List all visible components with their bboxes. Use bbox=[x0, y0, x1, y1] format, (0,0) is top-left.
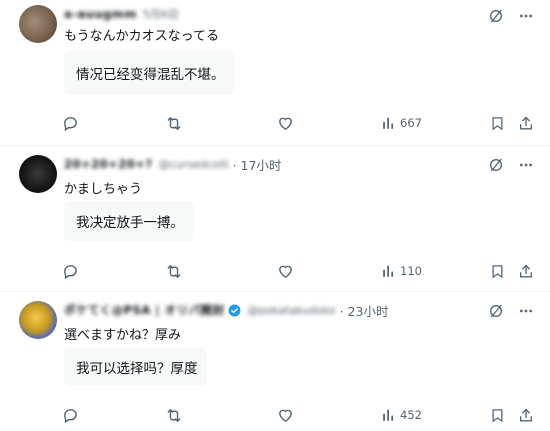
retweet-icon bbox=[167, 264, 181, 278]
action-bar: 452 bbox=[62, 405, 536, 425]
like-button[interactable] bbox=[277, 405, 294, 425]
share-icon bbox=[520, 116, 532, 129]
verified-badge-icon bbox=[229, 304, 241, 316]
heart-icon bbox=[279, 265, 292, 278]
bookmark-icon bbox=[492, 116, 503, 130]
post-header: ポケてく@PSA | オリパ開封 @pokatakudoko · 23小时 bbox=[64, 301, 388, 319]
heart-icon bbox=[279, 117, 292, 130]
post-header: 20+20+20+? @cursedcolli · 17小时 bbox=[64, 155, 281, 173]
grok-icon[interactable] bbox=[488, 157, 504, 173]
grok-icon[interactable] bbox=[488, 303, 504, 319]
share-icon bbox=[520, 408, 532, 421]
retweet-button[interactable] bbox=[165, 261, 183, 281]
views-count: 110 bbox=[400, 264, 422, 278]
retweet-button[interactable] bbox=[165, 113, 183, 133]
reply-button[interactable] bbox=[62, 261, 79, 281]
post-text: もうなんかカオスなってる bbox=[64, 29, 219, 44]
views-button[interactable]: 110 bbox=[382, 261, 422, 281]
heart-icon bbox=[279, 409, 292, 422]
views-button[interactable]: 667 bbox=[382, 113, 422, 133]
retweet-icon bbox=[167, 116, 181, 130]
share-button[interactable] bbox=[518, 113, 534, 133]
grok-icon[interactable] bbox=[488, 8, 504, 24]
avatar[interactable] bbox=[19, 5, 57, 43]
post-header: a-auugmm 5月6日 bbox=[64, 5, 179, 23]
reply-icon bbox=[64, 264, 77, 279]
more-icon[interactable] bbox=[518, 8, 534, 24]
post-text: かましちゃう bbox=[64, 182, 143, 197]
post-text: 選べますかね？厚み bbox=[64, 328, 182, 343]
bookmark-button[interactable] bbox=[490, 113, 505, 133]
views-icon bbox=[383, 117, 394, 129]
author-name-blurred[interactable]: a-auugmm 5月6日 bbox=[64, 6, 179, 22]
retweet-icon bbox=[167, 408, 181, 422]
bookmark-icon bbox=[492, 264, 503, 278]
like-button[interactable] bbox=[277, 113, 294, 133]
views-icon bbox=[383, 409, 394, 421]
author-name-blurred[interactable]: ポケてく@PSA | オリパ開封 bbox=[64, 302, 224, 318]
action-bar: 110 bbox=[62, 261, 536, 281]
author-handle-blurred[interactable]: @pokatakudoko bbox=[241, 303, 335, 317]
post-top-actions bbox=[488, 303, 534, 319]
more-icon[interactable] bbox=[518, 303, 534, 319]
post-top-actions bbox=[488, 157, 534, 173]
post[interactable]: 20+20+20+? @cursedcolli · 17小时 かましちゃう 我决定… bbox=[0, 145, 550, 291]
more-icon[interactable] bbox=[518, 157, 534, 173]
author-name-blurred[interactable]: 20+20+20+? @cursedcolli bbox=[64, 157, 229, 171]
views-button[interactable]: 452 bbox=[382, 405, 422, 425]
views-count: 452 bbox=[400, 408, 422, 422]
retweet-button[interactable] bbox=[165, 405, 183, 425]
reply-icon bbox=[64, 408, 77, 423]
share-button[interactable] bbox=[518, 261, 534, 281]
bookmark-icon bbox=[492, 408, 503, 422]
action-bar: 667 bbox=[62, 113, 536, 133]
translation-box: 我可以选择吗？厚度 bbox=[64, 348, 207, 386]
bookmark-button[interactable] bbox=[490, 261, 505, 281]
translation-box: 我决定放手一搏。 bbox=[64, 201, 194, 241]
reply-button[interactable] bbox=[62, 405, 79, 425]
post[interactable]: ポケてく@PSA | オリパ開封 @pokatakudoko · 23小时 選べ… bbox=[0, 291, 550, 431]
post-timestamp[interactable]: · 17小时 bbox=[233, 155, 282, 174]
share-icon bbox=[520, 264, 532, 277]
post-timestamp[interactable]: · 23小时 bbox=[340, 301, 389, 320]
post[interactable]: a-auugmm 5月6日 もうなんかカオスなってる 情况已经变得混乱不堪。 66… bbox=[0, 0, 550, 145]
views-count: 667 bbox=[400, 116, 422, 130]
reply-icon bbox=[64, 116, 77, 131]
post-top-actions bbox=[488, 8, 534, 24]
reply-button[interactable] bbox=[62, 113, 79, 133]
avatar[interactable] bbox=[19, 155, 57, 193]
bookmark-button[interactable] bbox=[490, 405, 505, 425]
views-icon bbox=[383, 265, 394, 277]
avatar[interactable] bbox=[19, 301, 57, 339]
share-button[interactable] bbox=[518, 405, 534, 425]
like-button[interactable] bbox=[277, 261, 294, 281]
translation-box: 情况已经变得混乱不堪。 bbox=[64, 51, 235, 95]
